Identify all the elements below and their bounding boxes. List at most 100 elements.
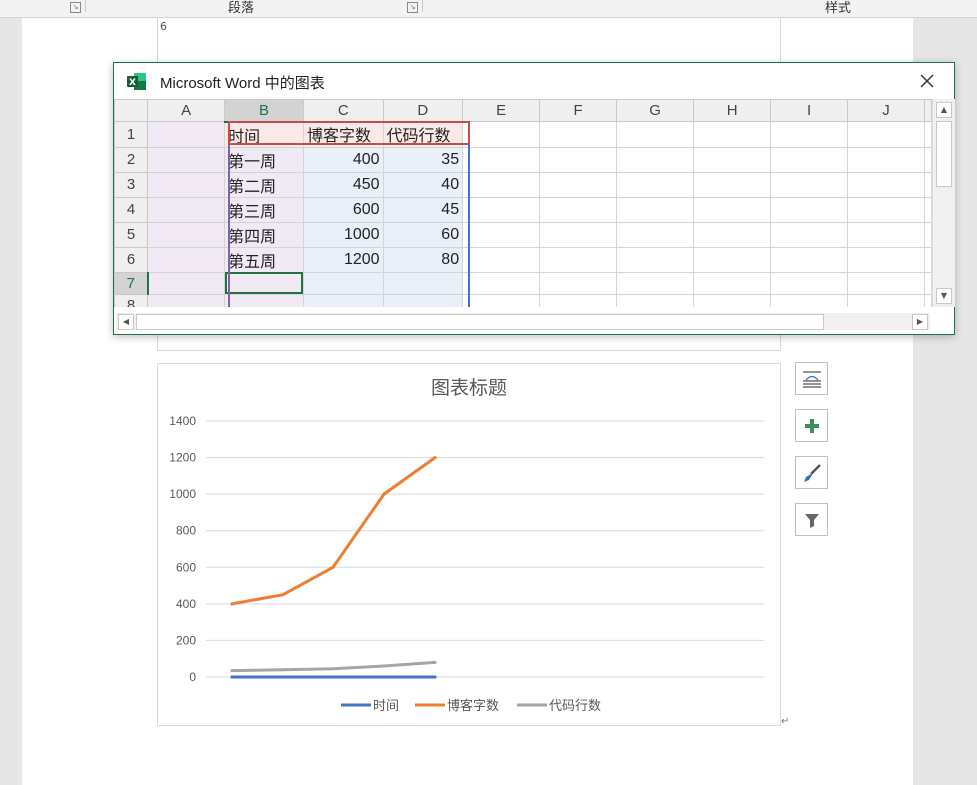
cell-b5[interactable]: 第四周 — [224, 221, 304, 248]
data-point[interactable] — [433, 660, 437, 664]
cell-g5[interactable] — [616, 221, 695, 248]
cell-c6[interactable]: 1200 — [302, 246, 384, 273]
cell-j5[interactable] — [847, 221, 925, 248]
data-point[interactable] — [433, 675, 437, 679]
cell-c2[interactable]: 400 — [302, 146, 384, 173]
cell-a4[interactable] — [147, 196, 226, 223]
cell-b1[interactable]: 时间 — [224, 121, 304, 148]
data-point[interactable] — [281, 668, 285, 672]
cell-a6[interactable] — [147, 246, 226, 273]
cell-e7[interactable] — [462, 271, 541, 295]
cell-a3[interactable] — [147, 171, 226, 198]
cell-g6[interactable] — [616, 246, 695, 273]
row-header-5[interactable]: 5 — [114, 221, 149, 248]
data-point[interactable] — [230, 669, 234, 673]
data-point[interactable] — [331, 667, 335, 671]
cell-h3[interactable] — [693, 171, 772, 198]
data-point[interactable] — [230, 602, 234, 606]
data-point[interactable] — [281, 675, 285, 679]
cell-h2[interactable] — [693, 146, 772, 173]
row-header-4[interactable]: 4 — [114, 196, 149, 223]
cell-overflow[interactable] — [924, 293, 932, 307]
cell-g7[interactable] — [616, 271, 695, 295]
cell-e1[interactable] — [462, 121, 541, 148]
cell-d5[interactable]: 60 — [382, 221, 464, 248]
cell-c1[interactable]: 博客字数 — [302, 121, 384, 148]
line-chart[interactable]: 图表标题 0 200 400 600 800 1000 1200 1400 时间 博客字数 代码行数 — [157, 363, 781, 726]
chart-title[interactable]: 图表标题 — [431, 377, 507, 399]
cell-h7[interactable] — [693, 271, 772, 295]
chart-styles-button[interactable] — [795, 456, 828, 489]
row-header-8[interactable]: 8 — [114, 293, 149, 307]
cell-h5[interactable] — [693, 221, 772, 248]
cell-g8[interactable] — [616, 293, 695, 307]
scroll-right-arrow-icon[interactable]: ▶ — [912, 314, 928, 330]
cell-a1[interactable] — [147, 121, 226, 148]
cell-h6[interactable] — [693, 246, 772, 273]
cell-g2[interactable] — [616, 146, 695, 173]
cell-j6[interactable] — [847, 246, 925, 273]
cell-f4[interactable] — [539, 196, 618, 223]
cell-i6[interactable] — [770, 246, 848, 273]
cell-c4[interactable]: 600 — [302, 196, 384, 223]
layout-options-button[interactable] — [795, 362, 828, 395]
cell-g1[interactable] — [616, 121, 695, 148]
cell-b8[interactable] — [224, 293, 304, 307]
cell-e2[interactable] — [462, 146, 541, 173]
column-header-g[interactable]: G — [616, 99, 695, 122]
cell-f8[interactable] — [539, 293, 618, 307]
cell-i5[interactable] — [770, 221, 848, 248]
cell-e5[interactable] — [462, 221, 541, 248]
cell-b7[interactable] — [224, 271, 304, 295]
cell-i7[interactable] — [770, 271, 848, 295]
column-header-a[interactable]: A — [147, 99, 226, 122]
close-button[interactable] — [912, 67, 942, 95]
paragraph-dialog-launcher-icon[interactable]: ↘ — [407, 2, 418, 13]
data-point[interactable] — [331, 675, 335, 679]
legend-label[interactable]: 代码行数 — [549, 699, 601, 714]
cell-i2[interactable] — [770, 146, 848, 173]
cell-f3[interactable] — [539, 171, 618, 198]
cell-overflow[interactable] — [924, 271, 932, 295]
cell-g4[interactable] — [616, 196, 695, 223]
horizontal-scrollbar[interactable]: ◀ ▶ — [116, 313, 930, 330]
cell-e4[interactable] — [462, 196, 541, 223]
cell-d2[interactable]: 35 — [382, 146, 464, 173]
legend-label[interactable]: 博客字数 — [447, 698, 499, 714]
row-header-3[interactable]: 3 — [114, 171, 149, 198]
data-point[interactable] — [382, 492, 386, 496]
cell-a2[interactable] — [147, 146, 226, 173]
cell-d7[interactable] — [382, 271, 464, 295]
vertical-scrollbar[interactable]: ▲ ▼ — [932, 99, 955, 307]
cell-b2[interactable]: 第一周 — [224, 146, 304, 173]
cell-h1[interactable] — [693, 121, 772, 148]
data-point[interactable] — [433, 456, 437, 460]
cell-j4[interactable] — [847, 196, 925, 223]
cell-c5[interactable]: 1000 — [302, 221, 384, 248]
chart-data-window[interactable]: X Microsoft Word 中的图表 A B C D E F G H I J 1 时间 博客字数代… — [113, 62, 955, 335]
vertical-scroll-thumb[interactable] — [936, 121, 952, 187]
cell-c7[interactable] — [302, 271, 384, 295]
cell-f1[interactable] — [539, 121, 618, 148]
cell-j8[interactable] — [847, 293, 925, 307]
column-header-j[interactable]: J — [847, 99, 925, 122]
cell-overflow[interactable] — [924, 196, 932, 223]
cell-f5[interactable] — [539, 221, 618, 248]
column-header-h[interactable]: H — [693, 99, 772, 122]
cell-d1[interactable]: 代码行数 — [382, 121, 464, 148]
select-all-corner[interactable] — [114, 99, 149, 122]
cell-table[interactable]: A B C D E F G H I J 1 时间 博客字数 代码行数 2 第一周 400 35 3 第二周 450 40 4… — [114, 99, 932, 307]
cell-overflow[interactable] — [924, 171, 932, 198]
cell-overflow[interactable] — [924, 246, 932, 273]
row-header-1[interactable]: 1 — [114, 121, 149, 148]
cell-d6[interactable]: 80 — [382, 246, 464, 273]
cell-g3[interactable] — [616, 171, 695, 198]
cell-h8[interactable] — [693, 293, 772, 307]
data-point[interactable] — [382, 664, 386, 668]
cell-c8[interactable] — [302, 293, 384, 307]
cell-d3[interactable]: 40 — [382, 171, 464, 198]
horizontal-scroll-thumb[interactable] — [136, 314, 824, 330]
column-header-i[interactable]: I — [770, 99, 848, 122]
cell-e8[interactable] — [462, 293, 541, 307]
cell-a8[interactable] — [147, 293, 226, 307]
